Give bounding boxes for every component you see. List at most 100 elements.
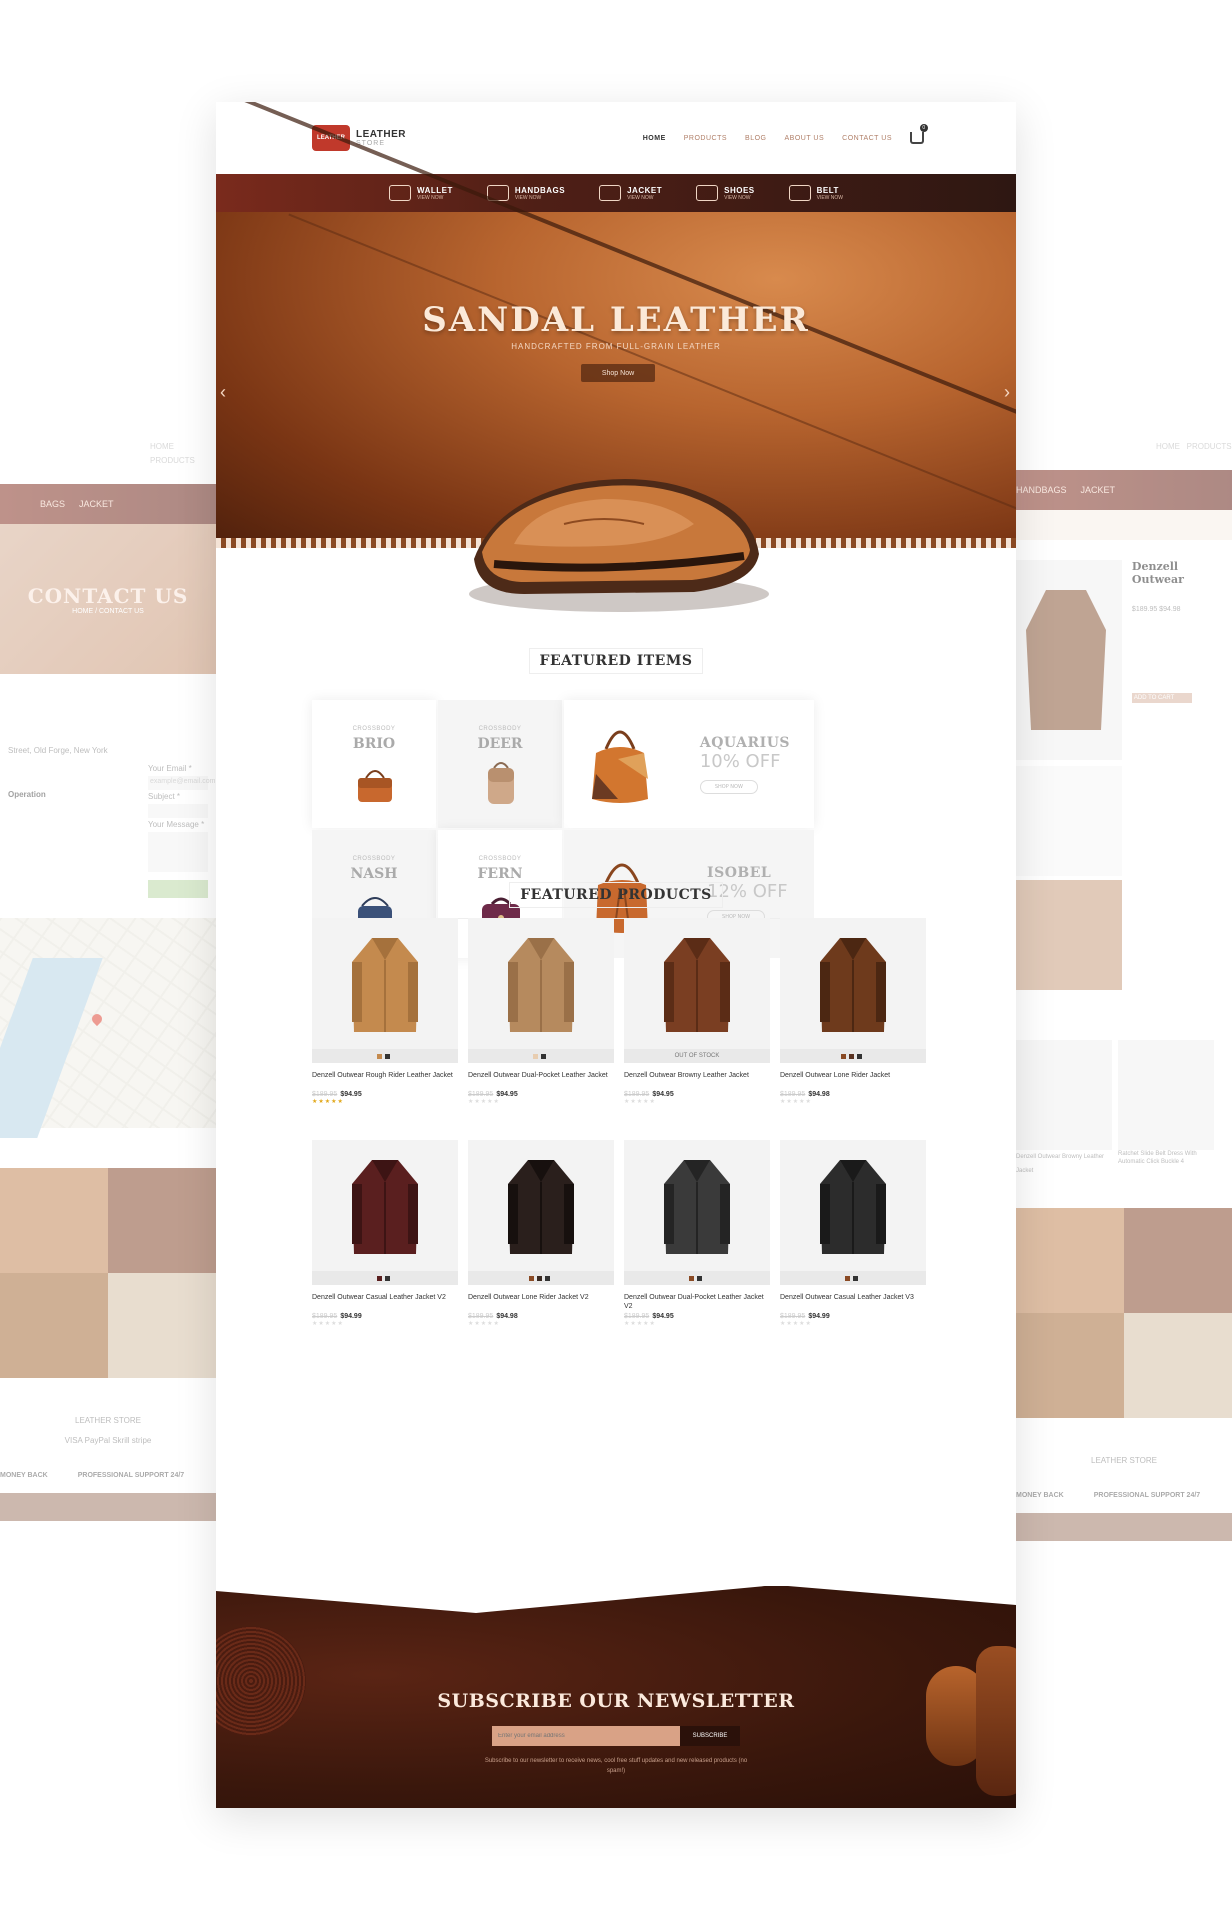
nav-home[interactable]: HOME	[643, 135, 666, 142]
category-bar: WALLET VIEW NOW HANDBAGS VIEW NOW JACKET VI…	[216, 174, 1016, 212]
category-jacket[interactable]: JACKET VIEW NOW	[599, 185, 662, 201]
featured-item-aquarius[interactable]: AQUARIUS 10% OFF SHOP NOW	[564, 700, 814, 828]
product-price: $189.95 $94.95	[312, 1091, 458, 1098]
leather-tool-image	[976, 1646, 1016, 1796]
product-card[interactable]: Denzell Outwear Dual-Pocket Leather Jack…	[468, 918, 614, 1105]
subscribe-button[interactable]: SUBSCRIBE	[680, 1726, 740, 1746]
product-card[interactable]: Denzell Outwear Casual Leather Jacket V2…	[312, 1140, 458, 1327]
map[interactable]	[0, 918, 216, 1138]
product-old-price: $189.95	[624, 1091, 650, 1098]
product-image[interactable]	[468, 918, 614, 1063]
color-swatch[interactable]	[533, 1053, 538, 1059]
side-left-contact: Street, Old Forge, New York Operation Yo…	[0, 674, 216, 918]
product-price: $189.95 $94.98	[468, 1313, 614, 1320]
product-card[interactable]: OUT OF STOCK Denzell Outwear Browny Leat…	[624, 918, 770, 1105]
product-card[interactable]: Denzell Outwear Lone Rider Jacket $189.9…	[780, 918, 926, 1105]
featured-item-deer[interactable]: CROSSBODY DEER	[438, 700, 562, 828]
product-image[interactable]	[624, 1140, 770, 1285]
aquarius-offer: 10% OFF	[699, 750, 781, 772]
color-swatch[interactable]	[537, 1275, 542, 1281]
newsletter-email-input[interactable]	[492, 1726, 680, 1746]
main-page: LEATHER LEATHER STORE HOME PRODUCTS BLOG…	[216, 102, 1016, 1808]
product-old-price: $189.95	[468, 1313, 494, 1320]
color-swatch[interactable]	[845, 1275, 850, 1281]
product-name[interactable]: Denzell Outwear Rough Rider Leather Jack…	[312, 1071, 458, 1089]
product-swatch-strip	[780, 1271, 926, 1285]
nav-about-us[interactable]: ABOUT US	[784, 135, 824, 142]
product-old-price: $189.95	[780, 1313, 806, 1320]
jacket-image	[352, 938, 418, 1032]
map-pin-icon	[89, 1011, 105, 1027]
cart-count: 0	[920, 124, 928, 132]
jacket-image	[820, 938, 886, 1032]
side-left-catbar: BAGS JACKET	[0, 484, 216, 524]
nav-blog[interactable]: BLOG	[745, 135, 766, 142]
side-right-nav: HOME PRODUCTS	[1156, 442, 1232, 451]
product-name[interactable]: Denzell Outwear Casual Leather Jacket V2	[312, 1293, 458, 1311]
product-name[interactable]: Denzell Outwear Lone Rider Jacket V2	[468, 1293, 614, 1311]
product-price: $189.95 $94.95	[624, 1313, 770, 1320]
side-mockup-right: HOME PRODUCTS HANDBAGS JACKET Denzell Out…	[1016, 440, 1232, 1730]
color-swatch[interactable]	[841, 1053, 846, 1059]
product-image[interactable]	[780, 918, 926, 1063]
cart-icon[interactable]: 0	[910, 124, 928, 144]
hero-shop-now-button[interactable]: Shop Now	[581, 364, 655, 382]
product-image[interactable]	[468, 1140, 614, 1285]
product-card[interactable]: Denzell Outwear Casual Leather Jacket V3…	[780, 1140, 926, 1327]
chevron-right-icon[interactable]: ›	[1004, 382, 1010, 403]
product-name[interactable]: Denzell Outwear Casual Leather Jacket V3	[780, 1293, 926, 1311]
color-swatch[interactable]	[853, 1275, 858, 1281]
product-name[interactable]: Denzell Outwear Dual-Pocket Leather Jack…	[624, 1293, 770, 1311]
category-shoes[interactable]: SHOES VIEW NOW	[696, 185, 755, 201]
newsletter-form: SUBSCRIBE	[492, 1726, 740, 1746]
color-swatch[interactable]	[849, 1053, 854, 1059]
product-image[interactable]	[312, 1140, 458, 1285]
nav-contact-us[interactable]: CONTACT US	[842, 135, 892, 142]
aquarius-shop-now-button[interactable]: SHOP NOW	[699, 779, 758, 794]
product-image[interactable]	[780, 1140, 926, 1285]
product-price: $189.95 $94.95	[468, 1091, 614, 1098]
logo-title: LEATHER	[356, 129, 406, 140]
product-sale-price: $94.95	[652, 1091, 674, 1098]
product-card[interactable]: Denzell Outwear Rough Rider Leather Jack…	[312, 918, 458, 1105]
product-card[interactable]: Denzell Outwear Dual-Pocket Leather Jack…	[624, 1140, 770, 1327]
color-swatch[interactable]	[697, 1275, 702, 1281]
product-rating: ★★★★★	[312, 1321, 344, 1327]
brio-bag-image	[358, 770, 392, 802]
product-sale-price: $94.95	[496, 1091, 518, 1098]
hero-slider: SANDAL LEATHER HANDCRAFTED FROM FULL-GRA…	[216, 102, 1016, 612]
product-price: $189.95 $94.95	[624, 1091, 770, 1098]
jacket-image	[664, 1160, 730, 1254]
product-name[interactable]: Denzell Outwear Dual-Pocket Leather Jack…	[468, 1071, 614, 1089]
featured-item-brio[interactable]: CROSSBODY BRIO	[312, 700, 436, 828]
product-swatch-strip	[312, 1049, 458, 1063]
nav-products[interactable]: PRODUCTS	[684, 135, 727, 142]
color-swatch[interactable]	[529, 1275, 534, 1281]
product-name[interactable]: Denzell Outwear Browny Leather Jacket	[624, 1071, 770, 1089]
jacket-image	[352, 1160, 418, 1254]
product-card[interactable]: Denzell Outwear Lone Rider Jacket V2 $18…	[468, 1140, 614, 1327]
color-swatch[interactable]	[689, 1275, 694, 1281]
product-name[interactable]: Denzell Outwear Lone Rider Jacket	[780, 1071, 926, 1089]
product-swatch-strip	[468, 1049, 614, 1063]
category-handbags[interactable]: HANDBAGS VIEW NOW	[486, 185, 565, 201]
color-swatch[interactable]	[545, 1275, 550, 1281]
side-right-gallery	[1016, 1208, 1232, 1418]
color-swatch[interactable]	[377, 1275, 382, 1281]
product-image[interactable]: OUT OF STOCK	[624, 918, 770, 1063]
jacket-image	[664, 938, 730, 1032]
color-swatch[interactable]	[385, 1053, 390, 1059]
color-swatch[interactable]	[377, 1053, 382, 1059]
sandal-image	[469, 479, 769, 612]
product-image[interactable]	[312, 918, 458, 1063]
category-belt[interactable]: BELT VIEW NOW	[788, 185, 843, 201]
product-rating: ★★★★★	[624, 1321, 656, 1327]
color-swatch[interactable]	[857, 1053, 862, 1059]
product-row: Denzell Outwear Casual Leather Jacket V2…	[312, 1140, 926, 1327]
product-swatch-strip	[780, 1049, 926, 1063]
chevron-left-icon[interactable]: ‹	[220, 382, 226, 403]
product-rating: ★★★★★	[780, 1321, 812, 1327]
color-swatch[interactable]	[385, 1275, 390, 1281]
category-wallet[interactable]: WALLET VIEW NOW	[388, 185, 453, 201]
color-swatch[interactable]	[541, 1053, 546, 1059]
